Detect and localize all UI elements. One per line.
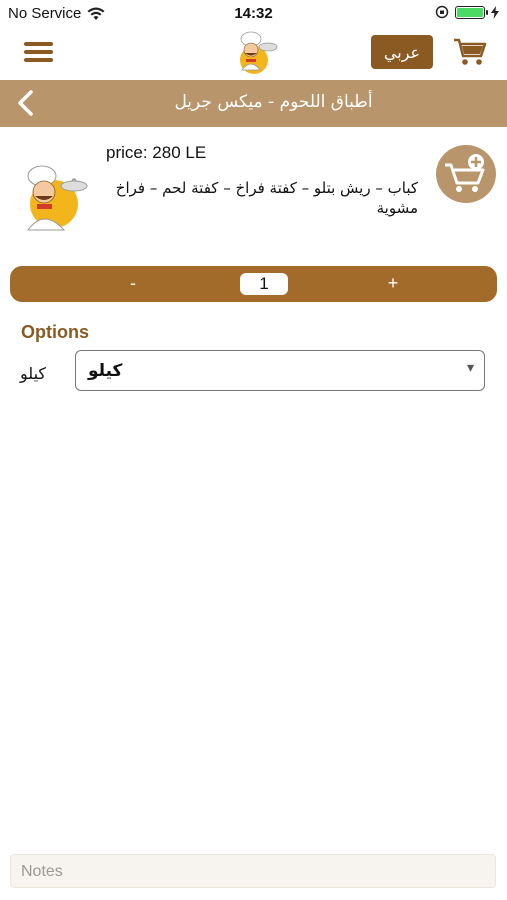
notes-field[interactable]: Notes [10, 854, 496, 888]
options-title: Options [21, 322, 89, 342]
charging-icon [491, 5, 499, 19]
cart-icon[interactable] [453, 37, 487, 67]
back-icon[interactable] [12, 89, 40, 117]
language-button[interactable]: عربي [371, 35, 433, 69]
quantity-value[interactable]: 1 [240, 273, 288, 295]
increase-quantity-button[interactable]: + [378, 273, 408, 294]
status-bar: No Service 14:32 [0, 0, 507, 28]
add-to-cart-button[interactable] [436, 145, 496, 203]
orientation-lock-icon [435, 5, 449, 19]
menu-line [24, 58, 53, 62]
product-price: price: 280 LE [106, 143, 207, 162]
option-label: كيلو [20, 364, 47, 383]
option-select-value: كيلو [88, 361, 123, 381]
quantity-stepper: - 1 + [10, 266, 497, 302]
menu-line [24, 42, 53, 46]
top-nav: عربي [0, 28, 507, 78]
menu-line [24, 50, 53, 54]
add-to-cart-icon [445, 154, 485, 192]
chevron-down-icon: ▾ [466, 359, 474, 375]
chef-logo [240, 31, 278, 74]
menu-icon[interactable] [24, 42, 53, 62]
status-time: 14:32 [234, 5, 273, 22]
decrease-quantity-button[interactable]: - [118, 273, 148, 294]
status-right [435, 5, 499, 19]
battery-icon [455, 5, 488, 19]
option-select[interactable]: كيلو ▾ [75, 350, 485, 391]
title-bar: أطباق اللحوم - ميكس جريل [0, 80, 507, 127]
battery-fill [457, 7, 483, 17]
battery-tip [486, 9, 488, 15]
product-description: كباب – ريش بتلو – كفتة فراخ – كفتة لحم –… [115, 179, 418, 217]
product-image [27, 165, 88, 231]
page-title: أطباق اللحوم - ميكس جريل [174, 92, 373, 112]
